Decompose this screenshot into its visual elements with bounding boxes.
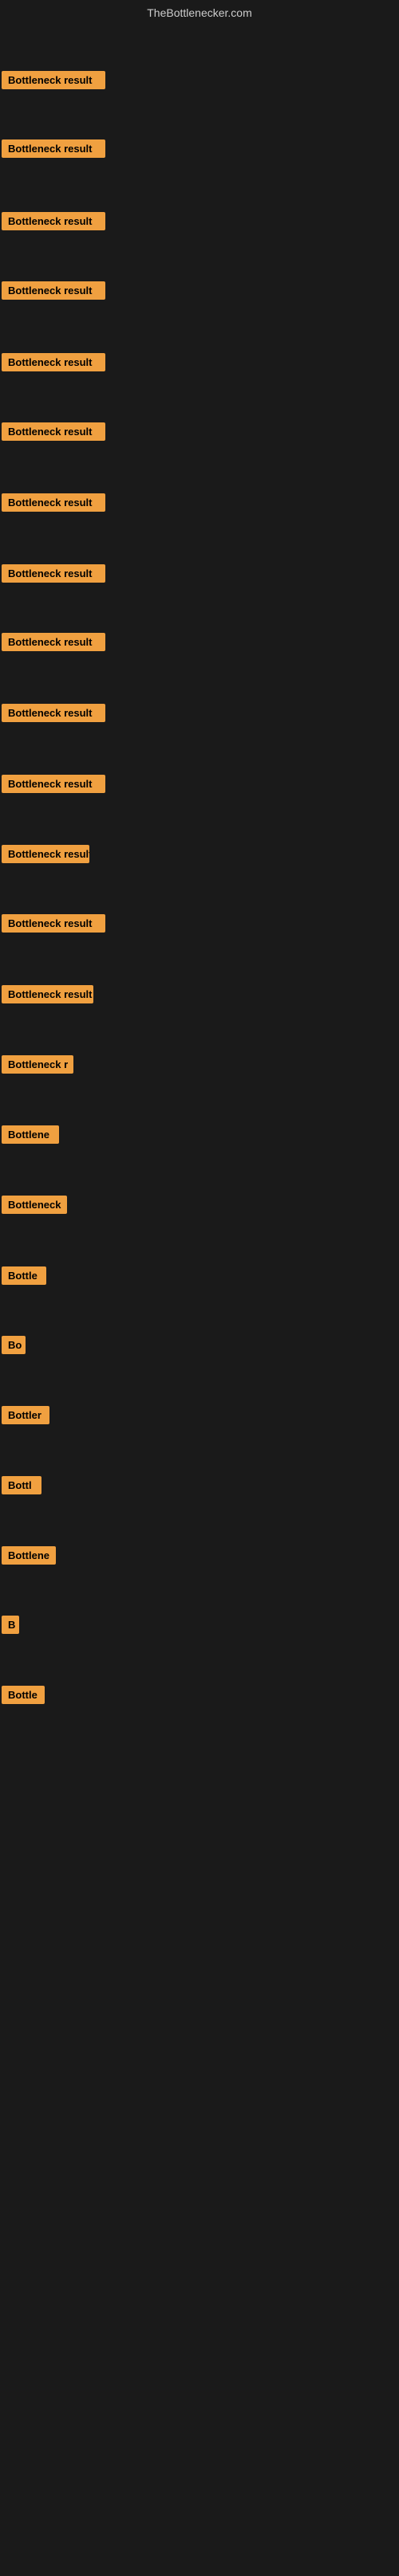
bottleneck-result-badge: Bottleneck result <box>2 564 105 583</box>
bottleneck-result-badge: Bottleneck result <box>2 633 105 651</box>
bottleneck-result-badge: Bottlene <box>2 1125 59 1144</box>
bottleneck-result-badge: Bottle <box>2 1686 45 1704</box>
bottleneck-result-badge: Bottleneck <box>2 1196 67 1214</box>
bottleneck-result-badge: Bottleneck result <box>2 281 105 300</box>
bottleneck-result-badge: Bottler <box>2 1406 49 1424</box>
bottleneck-result-badge: Bottle <box>2 1266 46 1285</box>
bottleneck-result-badge: Bottl <box>2 1476 41 1494</box>
bottleneck-result-badge: Bo <box>2 1336 26 1354</box>
bottleneck-result-badge: Bottleneck result <box>2 704 105 722</box>
bottleneck-result-badge: Bottleneck r <box>2 1055 73 1074</box>
bottleneck-result-badge: Bottleneck result <box>2 914 105 933</box>
site-title: TheBottlenecker.com <box>0 0 399 26</box>
bottleneck-result-badge: Bottleneck result <box>2 493 105 512</box>
bottleneck-result-badge: Bottleneck result <box>2 71 105 89</box>
bottleneck-result-badge: Bottlene <box>2 1546 56 1565</box>
bottleneck-result-badge: Bottleneck result <box>2 985 93 1003</box>
bottleneck-result-badge: Bottleneck result <box>2 845 89 863</box>
bottleneck-result-badge: Bottleneck result <box>2 353 105 371</box>
bottleneck-result-badge: Bottleneck result <box>2 422 105 441</box>
bottleneck-result-badge: Bottleneck result <box>2 212 105 230</box>
bottleneck-result-badge: B <box>2 1616 19 1634</box>
bottleneck-result-badge: Bottleneck result <box>2 775 105 793</box>
bottleneck-result-badge: Bottleneck result <box>2 139 105 158</box>
